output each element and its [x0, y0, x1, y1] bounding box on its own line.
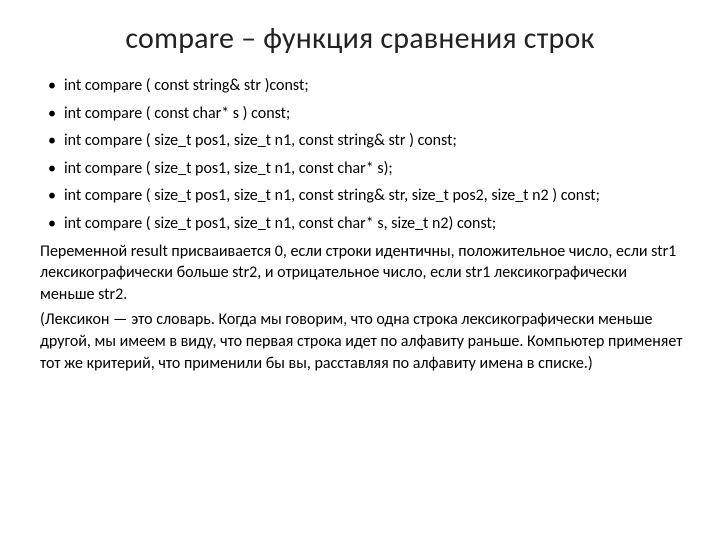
list-item: int compare ( const string& str )const;: [64, 75, 684, 97]
paragraph-lexicon: (Лексикон — это словарь. Когда мы говори…: [36, 309, 684, 374]
paragraph-result: Переменной result присваивается 0, если …: [36, 241, 684, 306]
slide: compare – функция сравнения строк int co…: [0, 0, 720, 540]
bullet-list: int compare ( const string& str )const; …: [36, 75, 684, 235]
list-item: int compare ( size_t pos1, size_t n1, co…: [64, 130, 684, 152]
slide-title: compare – функция сравнения строк: [36, 20, 684, 57]
slide-content: int compare ( const string& str )const; …: [36, 75, 684, 374]
list-item: int compare ( size_t pos1, size_t n1, co…: [64, 185, 684, 207]
list-item: int compare ( const char* s ) const;: [64, 103, 684, 125]
list-item: int compare ( size_t pos1, size_t n1, co…: [64, 158, 684, 180]
list-item: int compare ( size_t pos1, size_t n1, co…: [64, 213, 684, 235]
